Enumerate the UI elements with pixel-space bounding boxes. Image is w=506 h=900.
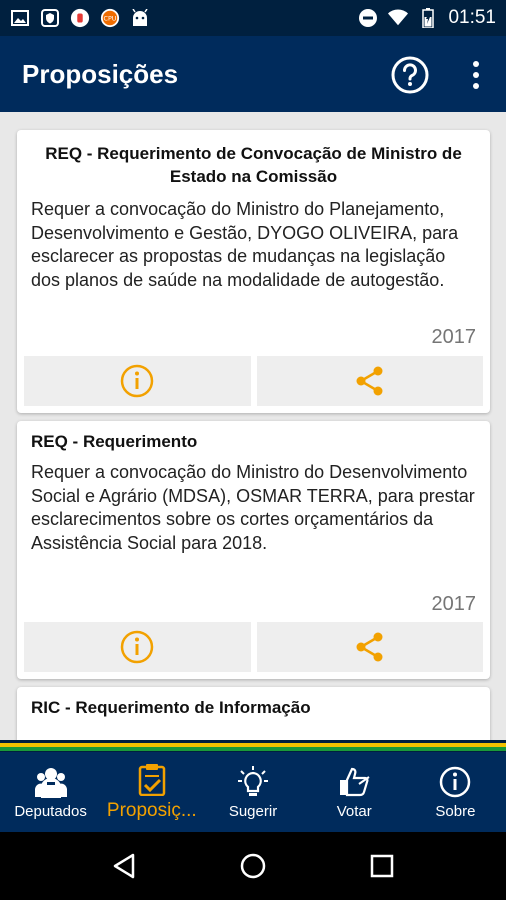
proposition-card[interactable]: REQ - Requerimento Requer a convocação d… — [17, 421, 490, 679]
notification-badge-icon — [70, 8, 90, 28]
lightbulb-icon — [238, 765, 268, 796]
nav-item-sugerir[interactable]: Sugerir — [202, 752, 303, 832]
back-icon[interactable] — [111, 852, 137, 880]
card-description: Requer a convocação do Ministro do Desen… — [31, 462, 475, 553]
more-vert-icon[interactable] — [464, 56, 488, 94]
card-year: 2017 — [431, 593, 477, 615]
proposition-card[interactable]: REQ - Requerimento de Convocação de Mini… — [17, 130, 490, 413]
share-icon — [356, 632, 383, 662]
nav-label: Deputados — [14, 802, 87, 820]
info-icon — [121, 364, 154, 398]
home-icon[interactable] — [239, 852, 267, 880]
share-button[interactable] — [256, 622, 483, 672]
cpu-icon: CPU — [100, 8, 120, 28]
info-icon — [121, 630, 154, 664]
nav-item-votar[interactable]: Votar — [304, 752, 405, 832]
propositions-list[interactable]: REQ - Requerimento de Convocação de Mini… — [0, 112, 506, 740]
proposition-card[interactable]: RIC - Requerimento de Informação — [17, 687, 490, 740]
do-not-disturb-icon — [358, 8, 378, 28]
svg-text:CPU: CPU — [104, 16, 117, 23]
shield-icon — [40, 8, 60, 28]
bottom-navigation: Deputados Proposiç... Sugerir Votar Sobr… — [0, 752, 506, 832]
info-icon — [440, 766, 471, 797]
android-icon — [130, 8, 150, 28]
nav-item-proposicoes[interactable]: Proposiç... — [101, 752, 202, 832]
system-navigation — [0, 832, 506, 900]
app-bar: Proposições — [0, 36, 506, 112]
share-button[interactable] — [256, 356, 483, 406]
share-icon — [356, 366, 383, 396]
help-circle-icon[interactable] — [390, 55, 430, 95]
status-time: 01:51 — [448, 7, 496, 28]
nav-label: Votar — [336, 802, 372, 820]
nav-label: Proposiç... — [106, 800, 197, 821]
card-year: 2017 — [431, 326, 477, 348]
nav-item-deputados[interactable]: Deputados — [0, 752, 101, 832]
card-title: REQ - Requerimento de Convocação de Mini… — [45, 144, 462, 186]
page-title: Proposições — [22, 58, 179, 89]
thumbs-up-icon — [340, 767, 370, 796]
card-title: REQ - Requerimento — [31, 432, 198, 451]
status-bar: CPU 01:51 — [0, 0, 506, 36]
wifi-icon — [388, 8, 409, 28]
details-button[interactable] — [24, 622, 251, 672]
nav-label: Sobre — [435, 802, 476, 820]
battery-icon — [418, 8, 438, 28]
group-icon — [34, 767, 67, 798]
recents-icon[interactable] — [369, 853, 395, 879]
nav-item-sobre[interactable]: Sobre — [405, 752, 506, 832]
clipboard-check-icon — [138, 764, 166, 796]
card-title: RIC - Requerimento de Informação — [31, 698, 311, 717]
card-description: Requer a convocação do Ministro do Plane… — [31, 199, 459, 290]
details-button[interactable] — [24, 356, 251, 406]
nav-label: Sugerir — [228, 802, 278, 820]
image-icon — [10, 8, 30, 28]
